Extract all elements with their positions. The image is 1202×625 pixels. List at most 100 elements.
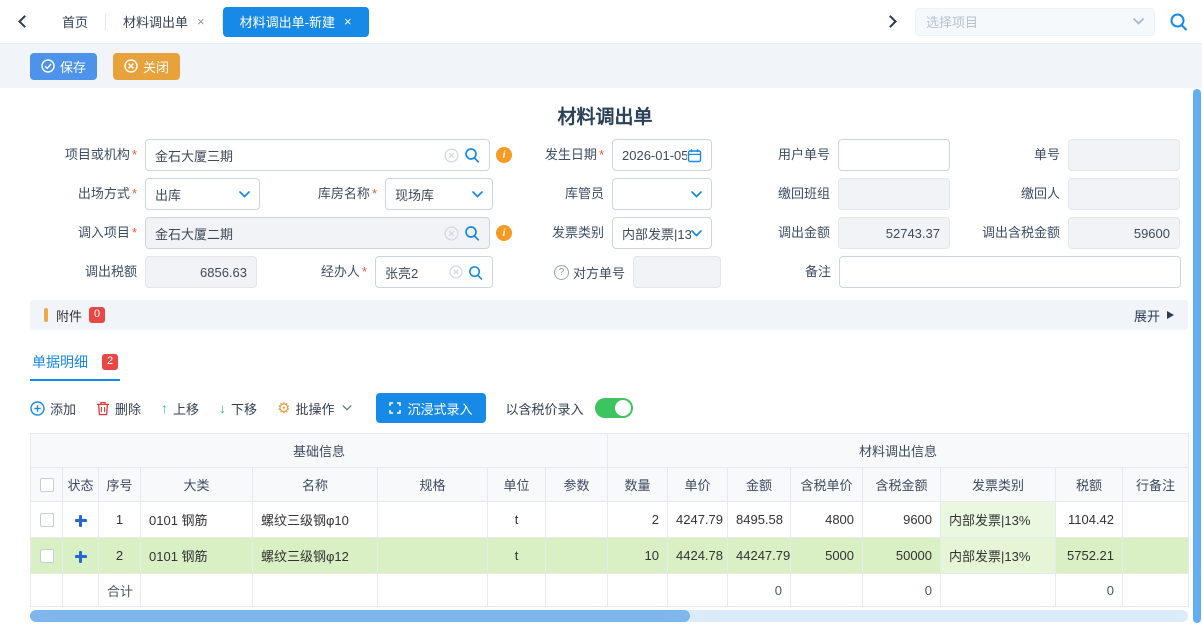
tabs-forward-icon[interactable] — [884, 15, 897, 28]
info-icon[interactable]: i — [496, 225, 512, 241]
calendar-icon[interactable] — [687, 148, 702, 163]
cell-invoice[interactable]: 内部发票|13% — [941, 502, 1056, 538]
info-icon[interactable]: i — [496, 147, 512, 163]
cell-category[interactable]: 0101 钢筋 — [141, 538, 253, 574]
invoice-type-select[interactable]: 内部发票|13% — [612, 217, 712, 249]
select-all-checkbox[interactable] — [40, 478, 54, 492]
search-icon[interactable] — [468, 265, 483, 280]
remark-field[interactable] — [839, 256, 1181, 288]
col-header-tax-price: 含税单价 — [791, 468, 863, 502]
cell-price[interactable]: 4424.78 — [668, 538, 728, 574]
detail-toolbar: 添加 删除 ↑ 上移 ↓ 下移 ⚙ 批操作 — [30, 392, 1190, 424]
invoice-type-label: 发票类别 — [530, 226, 612, 241]
cell-spec[interactable] — [378, 502, 488, 538]
row-checkbox[interactable] — [40, 549, 54, 563]
tab-home-label: 首页 — [62, 12, 88, 31]
cell-param[interactable] — [546, 502, 608, 538]
expand-button[interactable]: 展开 — [1134, 306, 1174, 325]
move-down-button[interactable]: ↓ 下移 — [219, 399, 257, 418]
cell-name[interactable]: 螺纹三级钢φ12 — [253, 538, 378, 574]
occur-date-field[interactable]: 2026-01-05 — [612, 139, 712, 171]
tax-entry-label: 以含税价录入 — [506, 399, 584, 418]
total-row: 合计 0 0 0 — [31, 574, 1189, 607]
tab-close-icon[interactable]: × — [197, 14, 205, 29]
out-amount-tax-field: 59600 — [1068, 217, 1180, 249]
cell-tax-price[interactable]: 5000 — [791, 538, 863, 574]
out-method-value: 出库 — [155, 185, 239, 204]
tabs-back-icon[interactable] — [18, 15, 31, 28]
out-tax-label: 调出税额 — [30, 265, 145, 280]
cell-unit[interactable]: t — [488, 538, 546, 574]
row-add-icon[interactable] — [75, 515, 87, 527]
immersive-entry-button[interactable]: 沉浸式录入 — [376, 393, 486, 423]
warehouse-value: 现场库 — [395, 185, 472, 204]
col-header-qty: 数量 — [608, 468, 668, 502]
detail-table: 基础信息 材料调出信息 状态 序号 大类 名称 规格 单位 参数 数量 单价 金… — [30, 433, 1189, 607]
cell-spec[interactable] — [378, 538, 488, 574]
cell-qty[interactable]: 10 — [608, 538, 668, 574]
keeper-select[interactable] — [612, 178, 712, 210]
move-up-button[interactable]: ↑ 上移 — [161, 399, 199, 418]
operator-field[interactable]: 张亮2 — [375, 256, 493, 288]
clear-icon[interactable] — [449, 265, 463, 279]
cell-qty[interactable]: 2 — [608, 502, 668, 538]
table-row-2-selected[interactable]: 2 0101 钢筋 螺纹三级钢φ12 t 10 4424.78 44247.79… — [31, 538, 1189, 574]
tab-material-out[interactable]: 材料调出单 × — [106, 7, 222, 37]
question-icon[interactable]: ? — [554, 265, 569, 280]
user-no-field[interactable] — [838, 139, 950, 171]
triangle-right-icon — [1167, 311, 1174, 319]
project-select[interactable]: 选择项目 — [915, 8, 1155, 36]
search-icon[interactable] — [464, 225, 480, 241]
tab-close-icon[interactable]: × — [344, 14, 352, 29]
batch-operations-button[interactable]: ⚙ 批操作 — [277, 399, 351, 418]
cell-amount[interactable]: 8495.58 — [728, 502, 791, 538]
delete-row-button[interactable]: 删除 — [96, 399, 141, 418]
tab-detail-lines[interactable]: 单据明细 2 — [30, 352, 120, 381]
cell-unit[interactable]: t — [488, 502, 546, 538]
total-tax: 0 — [1056, 574, 1123, 607]
tab-material-out-new-active[interactable]: 材料调出单-新建 × — [223, 7, 369, 37]
top-tab-bar: 首页 材料调出单 × 材料调出单-新建 × 选择项目 — [0, 0, 1202, 44]
cell-line-remark[interactable] — [1123, 538, 1189, 574]
add-row-button[interactable]: 添加 — [30, 399, 76, 418]
warehouse-select[interactable]: 现场库 — [385, 178, 493, 210]
clear-icon[interactable] — [444, 148, 459, 163]
attachments-bar[interactable]: 附件 0 展开 — [30, 300, 1188, 330]
col-header-amount: 金额 — [728, 468, 791, 502]
vertical-scrollbar-thumb[interactable] — [1193, 89, 1201, 623]
col-header-tax-amount: 含税金额 — [863, 468, 941, 502]
table-row-1[interactable]: 1 0101 钢筋 螺纹三级钢φ10 t 2 4247.79 8495.58 4… — [31, 502, 1189, 538]
tax-entry-toggle[interactable] — [595, 398, 633, 418]
horizontal-scrollbar-thumb[interactable] — [30, 610, 690, 622]
gear-icon: ⚙ — [277, 401, 290, 416]
clear-icon[interactable] — [444, 226, 459, 241]
plus-circle-icon — [30, 401, 45, 416]
col-header-param: 参数 — [546, 468, 608, 502]
cell-tax-price[interactable]: 4800 — [791, 502, 863, 538]
page-title: 材料调出单 — [30, 102, 1180, 129]
cell-tax-amount[interactable]: 50000 — [863, 538, 941, 574]
remark-label: 备注 — [721, 265, 839, 280]
cell-param[interactable] — [546, 538, 608, 574]
project-org-field[interactable]: 金石大厦三期 — [145, 139, 490, 171]
save-button[interactable]: 保存 — [30, 53, 97, 80]
cell-invoice[interactable]: 内部发票|13% — [941, 538, 1056, 574]
cell-price[interactable]: 4247.79 — [668, 502, 728, 538]
row-add-icon[interactable] — [75, 551, 87, 563]
expand-label: 展开 — [1134, 306, 1160, 325]
out-method-select[interactable]: 出库 — [145, 178, 260, 210]
close-button[interactable]: 关闭 — [113, 53, 180, 80]
cell-name[interactable]: 螺纹三级钢φ10 — [253, 502, 378, 538]
cell-amount[interactable]: 44247.79 — [728, 538, 791, 574]
in-project-field[interactable]: 金石大厦二期 — [145, 217, 490, 249]
row-checkbox[interactable] — [40, 513, 54, 527]
cell-tax[interactable]: 1104.42 — [1056, 502, 1123, 538]
search-icon[interactable] — [464, 147, 480, 163]
global-search-icon[interactable] — [1169, 12, 1188, 31]
cell-category[interactable]: 0101 钢筋 — [141, 502, 253, 538]
cell-tax[interactable]: 5752.21 — [1056, 538, 1123, 574]
horizontal-scrollbar[interactable] — [30, 610, 1188, 622]
cell-tax-amount[interactable]: 9600 — [863, 502, 941, 538]
tab-home[interactable]: 首页 — [45, 7, 105, 37]
cell-line-remark[interactable] — [1123, 502, 1189, 538]
